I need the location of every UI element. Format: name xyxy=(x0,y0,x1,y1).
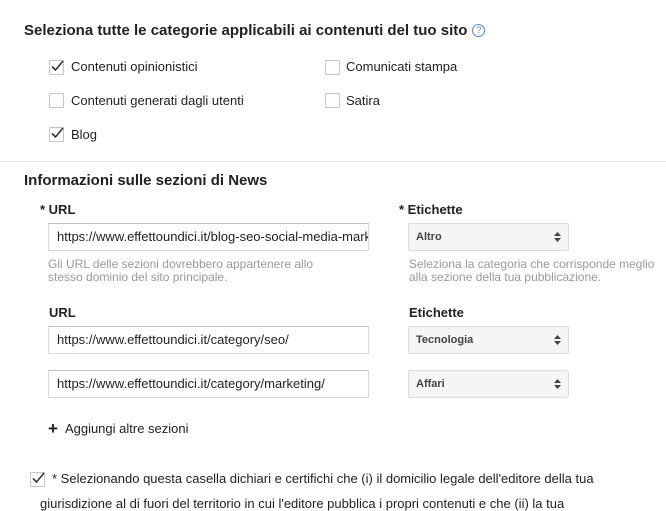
section-label-select-2-value: Tecnologia xyxy=(416,334,474,346)
section-url-input-3[interactable]: https://www.effettoundici.it/category/ma… xyxy=(48,370,369,398)
help-icon[interactable]: ? xyxy=(472,24,486,37)
url-label: URL xyxy=(49,305,76,320)
labels-required-label: * Etichette xyxy=(399,202,463,217)
add-sections-button[interactable]: + Aggiungi altre sezioni xyxy=(48,419,189,439)
section-label-select-3[interactable]: Affari xyxy=(408,370,569,398)
select-arrows-icon xyxy=(554,379,561,389)
section-divider xyxy=(0,161,666,162)
section-label-select-3-value: Affari xyxy=(416,378,445,390)
checkbox-user-generated[interactable] xyxy=(49,93,64,108)
agreement-text: * Selezionando questa casella dichiari e… xyxy=(52,471,594,486)
section-url-input-2[interactable]: https://www.effettoundici.it/category/se… xyxy=(48,326,369,354)
agreement-continued-text: giurisdizione al di fuori del territorio… xyxy=(40,496,565,511)
categories-heading: Seleziona tutte le categorie applicabili… xyxy=(24,22,486,39)
url-hint: Gli URL delle sezioni dovrebbero apparte… xyxy=(48,257,314,284)
select-arrows-icon xyxy=(554,335,561,345)
section-label-select-1[interactable]: Altro xyxy=(408,223,569,251)
categories-heading-text: Seleziona tutte le categorie applicabili… xyxy=(24,22,468,39)
labels-label: Etichette xyxy=(409,305,464,320)
checkbox-blog-label: Blog xyxy=(71,127,98,142)
checkbox-press-releases-label: Comunicati stampa xyxy=(346,59,458,74)
checkbox-blog[interactable] xyxy=(49,127,64,142)
checkmark-icon xyxy=(51,60,64,72)
section-label-select-2[interactable]: Tecnologia xyxy=(408,326,569,354)
select-arrows-icon xyxy=(554,232,561,242)
checkbox-satire[interactable] xyxy=(325,93,340,108)
section-url-input-1[interactable]: https://www.effettoundici.it/blog-seo-so… xyxy=(48,223,369,251)
section-label-select-1-value: Altro xyxy=(416,231,442,243)
labels-hint: Seleziona la categoria che corrisponde m… xyxy=(409,257,655,284)
url-required-label: * URL xyxy=(40,202,76,217)
news-sections-heading: Informazioni sulle sezioni di News xyxy=(24,172,268,189)
checkmark-icon xyxy=(32,472,45,484)
checkbox-satire-label: Satira xyxy=(346,93,380,108)
add-sections-label: Aggiungi altre sezioni xyxy=(64,421,189,436)
plus-icon: + xyxy=(48,419,58,438)
checkbox-press-releases[interactable] xyxy=(325,60,340,75)
checkbox-opinion[interactable] xyxy=(49,60,64,75)
checkmark-icon xyxy=(51,127,64,139)
agreement-checkbox[interactable] xyxy=(30,472,45,487)
checkbox-user-generated-label: Contenuti generati dagli utenti xyxy=(71,93,244,108)
checkbox-opinion-label: Contenuti opinionistici xyxy=(71,59,198,74)
